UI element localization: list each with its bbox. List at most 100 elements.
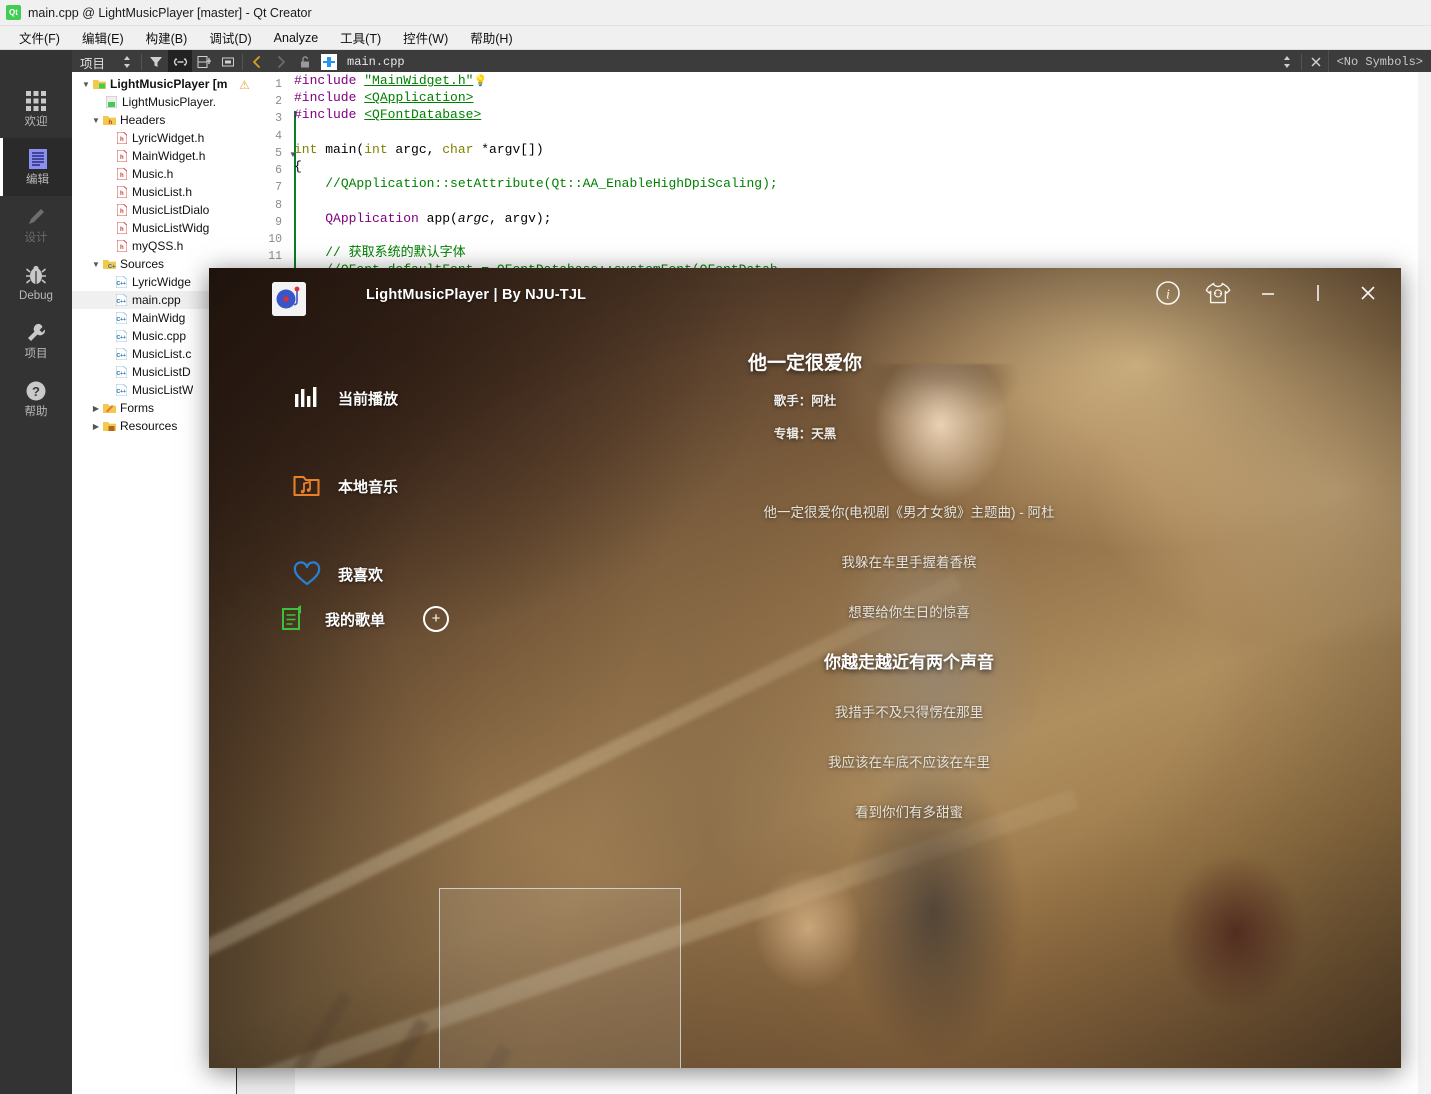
my-playlist-label: 我的歌单 <box>325 611 386 629</box>
menu-tools[interactable]: 工具(T) <box>329 25 392 50</box>
unlock-icon[interactable] <box>293 50 317 74</box>
tree-item-1-label: LightMusicPlayer. <box>122 95 217 109</box>
chevron-down-icon[interactable]: ▼ <box>80 80 92 89</box>
player-titlebar[interactable]: LightMusicPlayer | By NJU-TJL i <box>209 268 1401 326</box>
tree-item-9[interactable]: h myQSS.h <box>72 237 236 255</box>
minimize-icon[interactable] <box>1255 280 1281 306</box>
mode-edit[interactable]: 编辑 <box>0 138 72 196</box>
chevron-right-icon[interactable]: ▶ <box>90 422 102 431</box>
tree-item-5[interactable]: h Music.h <box>72 165 236 183</box>
menu-help[interactable]: 帮助(H) <box>459 25 523 50</box>
svg-text:h: h <box>119 137 123 143</box>
qt-menubar[interactable]: 文件(F) 编辑(E) 构建(B) 调试(D) Analyze 工具(T) 控件… <box>0 26 1431 50</box>
lyric-line-4: 我措手不及只得愣在那里 <box>834 705 984 720</box>
code-line-7: //QApplication::setAttribute(Qt::AA_Enab… <box>325 176 778 192</box>
code-line-3: #include <QFontDatabase> <box>294 107 482 123</box>
sort-updown-icon[interactable] <box>115 50 139 74</box>
mode-projects-label: 项目 <box>24 348 48 361</box>
song-artist: 歌手：阿杜 <box>773 394 837 408</box>
tree-item-1[interactable]: LightMusicPlayer. <box>72 93 236 111</box>
mode-welcome[interactable]: 欢迎 <box>0 80 72 138</box>
header-file-icon: h <box>114 240 129 252</box>
nav-item-local-music[interactable]: 本地音乐 <box>293 456 553 516</box>
svg-text:h: h <box>119 209 123 215</box>
mode-design: 设计 <box>0 196 72 254</box>
lyrics-panel[interactable]: 他一定很爱你(电视剧《男才女貌》主题曲) - 阿杜 我躲在车里手握着香槟 想要给… <box>649 488 1169 838</box>
mode-debug[interactable]: Debug <box>0 254 72 312</box>
nav-item-favorites[interactable]: 我喜欢 <box>293 544 553 604</box>
window-title: main.cpp @ LightMusicPlayer [master] - Q… <box>28 5 312 20</box>
maximize-icon[interactable] <box>1305 280 1331 306</box>
mode-help[interactable]: ? 帮助 <box>0 370 72 428</box>
forward-icon[interactable] <box>269 50 293 74</box>
menu-debug[interactable]: 调试(D) <box>198 25 262 50</box>
bug-icon <box>24 263 48 287</box>
menu-widgets[interactable]: 控件(W) <box>392 25 459 50</box>
my-playlist-section[interactable]: 我的歌单 + <box>279 596 450 642</box>
close-icon[interactable] <box>1355 280 1381 306</box>
code-line-1: #include "MainWidget.h"💡 <box>294 73 488 88</box>
cpp-file-icon: C++ <box>114 348 129 360</box>
header-file-icon: h <box>114 186 129 198</box>
toolbar-divider-2 <box>242 54 244 70</box>
tree-item-6[interactable]: h MusicList.h <box>72 183 236 201</box>
question-icon: ? <box>24 379 48 403</box>
tree-item-2-label: Headers <box>120 113 166 127</box>
project-selector-label[interactable]: 项目 <box>72 53 115 72</box>
light-music-player-window[interactable]: LightMusicPlayer | By NJU-TJL i 当前播放 本地音… <box>209 268 1401 1068</box>
split-icon[interactable] <box>192 50 216 74</box>
editor-scrollbar[interactable] <box>1418 72 1431 1094</box>
chevron-right-icon[interactable]: ▶ <box>90 404 102 413</box>
back-icon[interactable] <box>245 50 269 74</box>
skin-tshirt-icon[interactable] <box>1205 280 1231 306</box>
tree-item-6-label: MusicList.h <box>132 185 193 199</box>
tree-item-3[interactable]: h LyricWidget.h <box>72 129 236 147</box>
project-selector-group[interactable]: 项目 main.cpp <box>72 50 405 74</box>
tree-item-0[interactable]: ▼ LightMusicPlayer [m <box>72 75 236 93</box>
tree-item-5-label: Music.h <box>132 167 174 181</box>
cpp-file-icon: C++ <box>114 294 129 306</box>
tree-item-4[interactable]: h MainWidget.h <box>72 147 236 165</box>
qt-toolbar: 项目 main.cpp <No Symbols> <box>0 50 1431 74</box>
chevron-down-icon[interactable]: ▼ <box>90 260 102 269</box>
header-file-icon: h <box>114 168 129 180</box>
tree-item-8[interactable]: h MusicListWidg <box>72 219 236 237</box>
link-icon[interactable] <box>168 50 193 74</box>
menu-file[interactable]: 文件(F) <box>8 25 71 50</box>
wrench-icon <box>24 321 48 345</box>
minimize-pane-icon[interactable] <box>216 50 240 74</box>
tab-dropdown-icon[interactable] <box>1275 50 1299 74</box>
menu-analyze[interactable]: Analyze <box>263 28 329 48</box>
folder-forms-icon <box>102 402 117 414</box>
line-number: 8 <box>275 199 282 212</box>
close-icon[interactable] <box>1304 50 1328 74</box>
menu-build[interactable]: 构建(B) <box>135 25 199 50</box>
menu-edit[interactable]: 编辑(E) <box>71 25 135 50</box>
line-number: 7 <box>275 181 282 194</box>
code-line-11: // 获取系统的默认字体 <box>325 244 466 260</box>
mode-projects[interactable]: 项目 <box>0 312 72 370</box>
tree-item-7[interactable]: h MusicListDialo <box>72 201 236 219</box>
mode-selector[interactable]: 欢迎 编辑 设计 Debug 项目 ? 帮助 <box>0 72 72 1094</box>
filter-icon[interactable] <box>144 50 168 74</box>
tree-item-2[interactable]: ▼ h Headers <box>72 111 236 129</box>
playlist-panel[interactable] <box>439 888 681 1068</box>
pencil-icon <box>24 205 48 229</box>
cpp-file-icon: C++ <box>114 366 129 378</box>
info-icon[interactable]: i <box>1155 280 1181 306</box>
player-window-buttons[interactable]: i <box>1155 280 1381 306</box>
svg-text:C++: C++ <box>116 389 126 395</box>
tree-item-8-label: MusicListWidg <box>132 221 210 235</box>
tree-item-0-label: LightMusicPlayer [m <box>110 77 228 91</box>
tree-item-7-label: MusicListDialo <box>132 203 210 217</box>
active-file-tab[interactable]: main.cpp <box>341 55 405 69</box>
svg-text:h: h <box>119 173 123 179</box>
svg-text:h: h <box>119 155 123 161</box>
symbols-selector[interactable]: <No Symbols> <box>1329 55 1431 69</box>
chevron-down-icon[interactable]: ▼ <box>90 116 102 125</box>
tree-item-3-label: LyricWidget.h <box>132 131 205 145</box>
nav-item-favorites-label: 我喜欢 <box>338 566 384 584</box>
playlist-icon <box>279 605 307 633</box>
add-playlist-button[interactable]: + <box>423 606 450 632</box>
